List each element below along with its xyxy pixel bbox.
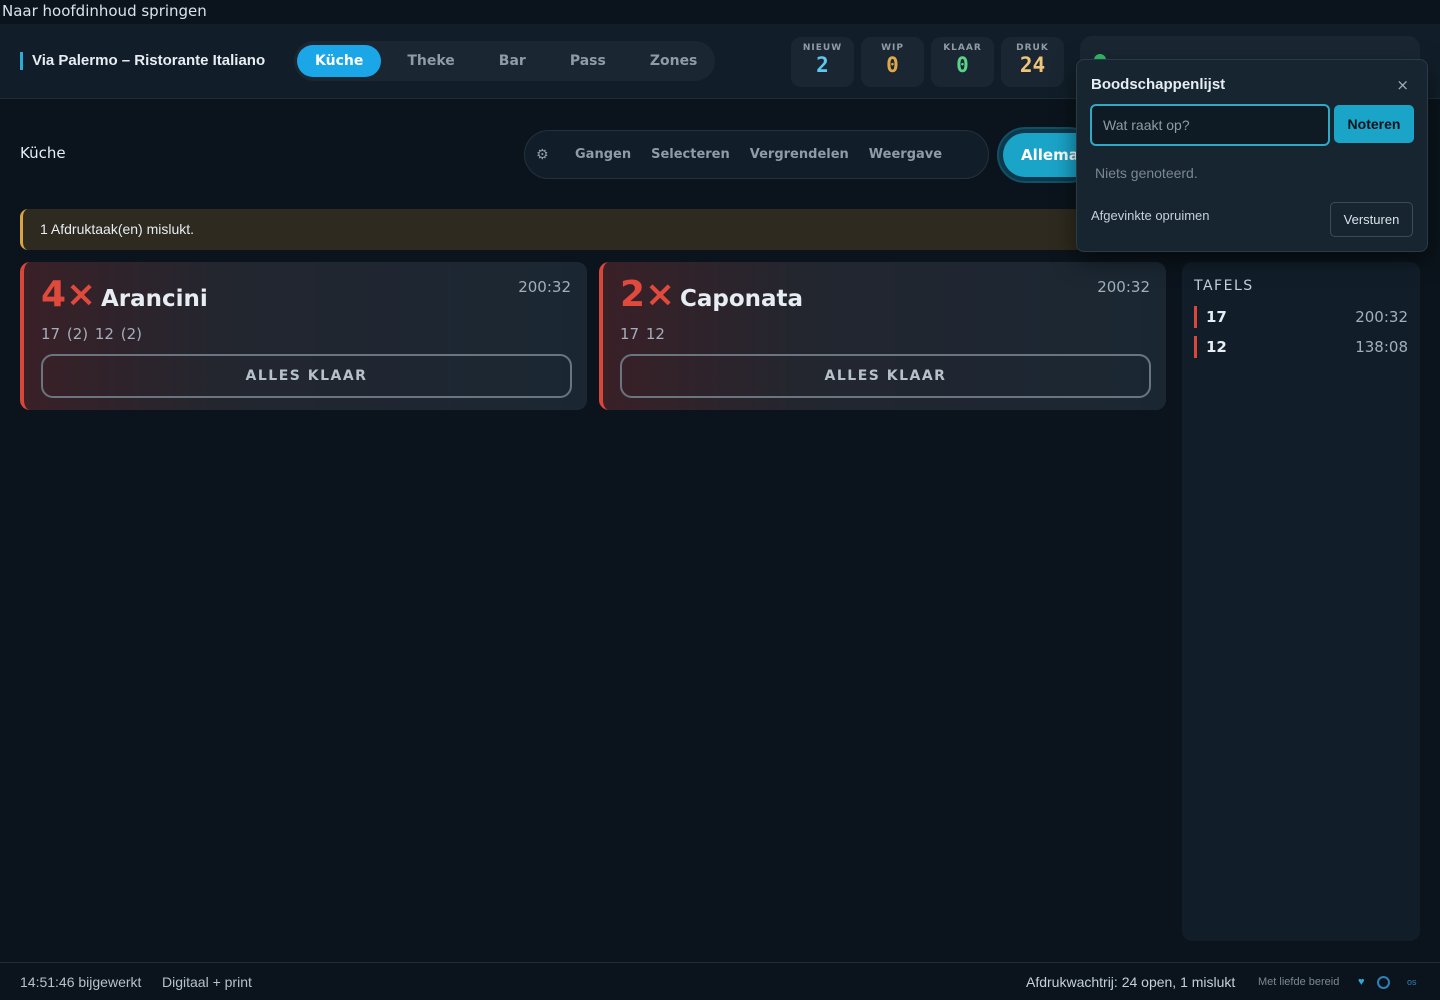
all-done-button[interactable]: ALLES KLAAR: [41, 354, 572, 398]
lock-button[interactable]: Vergrendelen: [749, 147, 850, 162]
item-timer: 200:32: [518, 278, 571, 296]
tables-title: TAFELS: [1194, 278, 1254, 294]
item-tables: 17 (2) 12 (2): [41, 325, 142, 343]
item-quantity: 4×: [41, 274, 97, 315]
shopping-item-input[interactable]: [1090, 104, 1330, 146]
order-card: 2× Caponata 200:32 17 12 ALLES KLAAR: [599, 262, 1166, 410]
tab-pass[interactable]: Pass: [552, 45, 624, 77]
courses-button[interactable]: Gangen: [574, 147, 632, 162]
order-card: 4× Arancini 200:32 17 (2) 12 (2) ALLES K…: [20, 262, 587, 410]
dish-name: Arancini: [101, 286, 208, 312]
stat-label: WIP: [881, 43, 904, 53]
stat-value: 0: [956, 53, 969, 77]
stat-label: DRUK: [1016, 43, 1049, 53]
table-time: 200:32: [1355, 308, 1408, 326]
print-queue-status: Afdrukwachtrij: 24 open, 1 mislukt: [1026, 974, 1236, 990]
stat-value: 2: [816, 53, 829, 77]
send-button[interactable]: Versturen: [1330, 202, 1413, 237]
section-title: Küche: [20, 144, 66, 162]
toolbar: ⚙ Gangen Selecteren Vergrendelen Weergav…: [524, 130, 989, 179]
all-done-button[interactable]: ALLES KLAAR: [620, 354, 1151, 398]
table-time: 138:08: [1355, 338, 1408, 356]
add-note-button[interactable]: Noteren: [1334, 105, 1414, 143]
stat-ready: KLAAR 0: [931, 37, 994, 87]
table-number: 17: [1206, 308, 1227, 326]
stat-new: NIEUW 2: [791, 37, 854, 87]
view-button[interactable]: Weergave: [868, 147, 943, 162]
stat-value: 24: [1019, 53, 1046, 77]
close-icon[interactable]: ×: [1396, 76, 1409, 94]
last-updated: 14:51:46 bijgewerkt: [20, 974, 142, 990]
select-button[interactable]: Selecteren: [650, 147, 731, 162]
stat-busy: DRUK 24: [1001, 37, 1064, 87]
skip-to-content-link[interactable]: Naar hoofdinhoud springen: [0, 2, 209, 20]
dish-name: Caponata: [680, 286, 804, 312]
tables-panel: TAFELS 17 200:32 12 138:08: [1182, 262, 1420, 941]
stat-label: KLAAR: [943, 43, 982, 53]
shopping-list-popup: Boodschappenlijst × Noteren Niets genote…: [1076, 59, 1428, 252]
popup-title: Boodschappenlijst: [1091, 76, 1226, 93]
stat-wip: WIP 0: [861, 37, 924, 87]
tab-theke[interactable]: Theke: [389, 45, 472, 77]
stat-label: NIEUW: [802, 43, 843, 53]
footer: 14:51:46 bijgewerkt Digitaal + print Afd…: [0, 962, 1440, 1000]
print-error-alert: 1 Afdruktaak(en) mislukt.: [20, 209, 1180, 250]
stat-value: 0: [886, 53, 899, 77]
table-number: 12: [1206, 338, 1227, 356]
tab-bar[interactable]: Bar: [481, 45, 544, 77]
station-tabs: Küche Theke Bar Pass Zones: [294, 41, 715, 81]
gear-icon[interactable]: ⚙: [536, 147, 556, 163]
item-timer: 200:32: [1097, 278, 1150, 296]
os-label: os: [1407, 977, 1417, 987]
item-tables: 17 12: [620, 325, 665, 343]
tab-zones[interactable]: Zones: [632, 45, 716, 77]
venue-name: Via Palermo – Ristorante Italiano: [20, 52, 265, 70]
table-row[interactable]: 12 138:08: [1194, 336, 1408, 358]
empty-list-text: Niets genoteerd.: [1095, 165, 1198, 181]
tab-kuche[interactable]: Küche: [297, 45, 382, 77]
output-mode: Digitaal + print: [162, 974, 252, 990]
made-with-love-text: Met liefde bereid: [1258, 976, 1340, 988]
item-quantity: 2×: [620, 274, 676, 315]
loading-ring-icon: [1377, 976, 1390, 989]
clear-checked-link[interactable]: Afgevinkte opruimen: [1091, 208, 1210, 223]
heart-icon: ♥: [1358, 976, 1365, 988]
table-row[interactable]: 17 200:32: [1194, 306, 1408, 328]
